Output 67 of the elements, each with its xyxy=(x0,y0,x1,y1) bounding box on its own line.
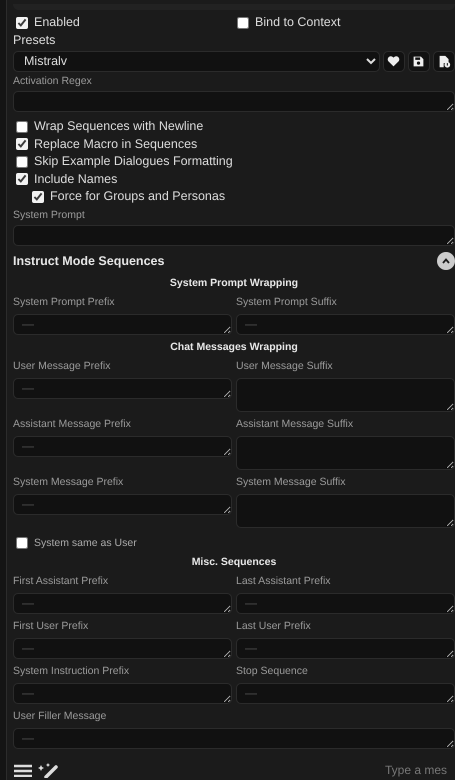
field-label: User Message Suffix xyxy=(236,360,334,374)
text-field[interactable]: — xyxy=(13,593,232,614)
presets-select[interactable]: Mistralv xyxy=(13,50,380,72)
field-label: System Instruction Prefix xyxy=(13,665,130,678)
checkbox-label: Force for Groups and Personas xyxy=(50,188,226,206)
subsection-heading: Chat Messages Wrapping xyxy=(169,341,299,354)
subsection-heading: System Prompt Wrapping xyxy=(168,276,300,290)
save-button[interactable] xyxy=(408,50,430,72)
field-label: First User Prefix xyxy=(13,620,90,634)
field-label: Last Assistant Prefix xyxy=(236,575,332,588)
text-field[interactable]: — xyxy=(236,314,455,336)
checkbox-label: System same as User xyxy=(34,536,137,551)
text-field[interactable] xyxy=(236,494,455,528)
text-field[interactable]: — xyxy=(13,638,232,660)
checkbox-label: Include Names xyxy=(34,170,118,188)
checkbox[interactable] xyxy=(16,16,28,29)
checkbox-label: Bind to Context xyxy=(255,14,340,32)
text-field[interactable]: — xyxy=(236,638,455,660)
text-field[interactable]: — xyxy=(13,728,455,750)
text-field[interactable]: — xyxy=(13,683,232,704)
import-button[interactable] xyxy=(433,50,455,72)
checkbox[interactable] xyxy=(16,120,28,133)
checkbox[interactable] xyxy=(32,190,44,203)
field-label: System Prompt Prefix xyxy=(13,296,116,310)
text-field[interactable]: — xyxy=(13,314,232,336)
field-label: System Prompt xyxy=(13,208,86,222)
collapse-button[interactable] xyxy=(437,252,455,270)
checkbox[interactable] xyxy=(16,173,28,186)
text-field[interactable] xyxy=(236,436,455,470)
field-label: Last User Prefix xyxy=(236,620,312,634)
field-label: Stop Sequence xyxy=(236,665,309,678)
field-label: System Message Suffix xyxy=(236,476,347,490)
checkbox-label: Enabled xyxy=(34,14,80,32)
field-label: User Message Prefix xyxy=(13,360,112,374)
field-label: Assistant Message Suffix xyxy=(236,418,354,432)
favorite-button[interactable] xyxy=(382,50,405,72)
file-icon xyxy=(438,54,450,68)
field-label: Assistant Message Prefix xyxy=(13,418,132,432)
section-heading: Instruct Mode Sequences xyxy=(13,252,164,270)
text-field[interactable]: — xyxy=(13,378,232,400)
regex-field[interactable] xyxy=(13,90,455,112)
text-field[interactable] xyxy=(236,378,455,412)
chevron-icon xyxy=(441,256,451,266)
checkbox-label: Skip Example Dialogues Formatting xyxy=(34,153,233,170)
text-field[interactable]: — xyxy=(236,683,455,704)
checkbox-label: Wrap Sequences with Newline xyxy=(34,118,204,136)
message-input[interactable]: Type a mes xyxy=(385,761,455,779)
text-field[interactable]: — xyxy=(236,593,455,614)
field-label: Activation Regex xyxy=(13,74,93,88)
text-field[interactable]: — xyxy=(13,494,232,516)
checkbox[interactable] xyxy=(237,16,249,29)
checkbox[interactable] xyxy=(16,138,28,150)
text-field[interactable]: — xyxy=(13,436,232,458)
field-label: System Prompt Suffix xyxy=(236,296,338,310)
system-prompt-field[interactable] xyxy=(13,224,455,246)
subsection-heading: Misc. Sequences xyxy=(190,556,278,569)
heart-icon xyxy=(387,54,400,68)
checkbox[interactable] xyxy=(16,156,28,168)
field-label: User Filler Message xyxy=(13,710,108,724)
field-label: System Message Prefix xyxy=(13,476,124,490)
field-label: First Assistant Prefix xyxy=(13,575,110,588)
checkbox-label: Replace Macro in Sequences xyxy=(34,136,198,153)
checkbox[interactable] xyxy=(16,537,28,550)
save-icon xyxy=(412,54,426,68)
menu-icon[interactable] xyxy=(13,763,33,777)
magic-wand-icon[interactable] xyxy=(37,762,59,778)
presets-label: Presets xyxy=(13,32,56,48)
